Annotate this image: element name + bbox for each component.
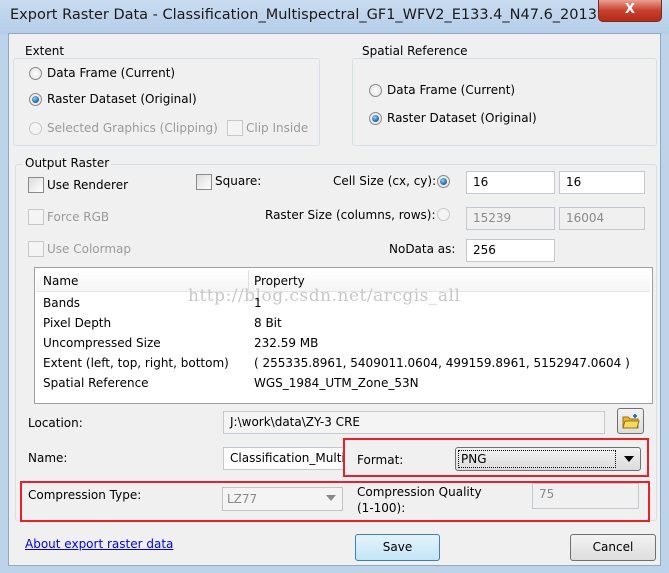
- cell-size-label: Cell Size (cx, cy):: [333, 174, 437, 188]
- name-label: Name:: [28, 451, 68, 465]
- compression-type-combobox[interactable]: LZ77: [222, 487, 343, 511]
- extent-raster-dataset-radio[interactable]: [29, 93, 42, 106]
- square-checkbox[interactable]: [196, 174, 212, 190]
- use-renderer-label: Use Renderer: [47, 178, 129, 192]
- save-button[interactable]: Save: [355, 534, 440, 561]
- cell-cx-input[interactable]: 16: [466, 171, 555, 194]
- clip-inside-label: Clip Inside: [246, 121, 309, 135]
- header-name[interactable]: Name: [43, 274, 78, 288]
- nodata-label: NoData as:: [389, 242, 456, 256]
- chevron-down-icon: [326, 495, 336, 501]
- row-name: Bands: [43, 296, 81, 310]
- window-title: Export Raster Data - Classification_Mult…: [10, 7, 630, 23]
- row-value: 232.59 MB: [254, 336, 319, 350]
- format-combobox[interactable]: PNG: [455, 447, 641, 471]
- rows-input[interactable]: 16004: [559, 207, 645, 230]
- row-name: Spatial Reference: [43, 376, 149, 390]
- format-label: Format:: [357, 453, 404, 467]
- output-raster-label: Output Raster: [23, 156, 112, 170]
- columns-input[interactable]: 15239: [466, 207, 555, 230]
- about-link[interactable]: About export raster data: [25, 537, 173, 551]
- sr-raster-dataset-label: Raster Dataset (Original): [387, 111, 537, 125]
- use-colormap-checkbox[interactable]: [28, 241, 44, 257]
- compression-quality-range: (1-100):: [357, 501, 406, 515]
- spatial-reference-group: [352, 58, 657, 146]
- name-input[interactable]: Classification_Multis: [223, 447, 345, 470]
- location-input[interactable]: J:\work\data\ZY-3 CRE: [223, 411, 605, 434]
- browse-folder-button[interactable]: [617, 408, 644, 434]
- use-colormap-label: Use Colormap: [47, 242, 132, 256]
- compression-quality-input[interactable]: 75: [532, 483, 639, 509]
- row-name: Extent (left, top, right, bottom): [43, 356, 229, 370]
- location-label: Location:: [28, 416, 83, 430]
- cancel-button[interactable]: Cancel: [570, 534, 656, 561]
- raster-size-label: Raster Size (columns, rows):: [265, 208, 436, 222]
- clip-inside-checkbox[interactable]: [227, 120, 243, 136]
- force-rgb-checkbox[interactable]: [28, 209, 44, 225]
- row-value: 8 Bit: [254, 316, 282, 330]
- extent-label: Extent: [23, 44, 67, 58]
- force-rgb-label: Force RGB: [47, 210, 110, 224]
- open-folder-icon: [621, 414, 640, 429]
- use-renderer-checkbox[interactable]: [28, 177, 44, 193]
- extent-data-frame-radio[interactable]: [29, 67, 42, 80]
- sr-raster-dataset-radio[interactable]: [369, 112, 382, 125]
- nodata-input[interactable]: 256: [466, 239, 555, 262]
- row-value: WGS_1984_UTM_Zone_53N: [254, 376, 419, 390]
- row-value: ( 255335.8961, 5409011.0604, 499159.8961…: [254, 356, 630, 370]
- sr-data-frame-radio[interactable]: [369, 84, 382, 97]
- extent-data-frame-label: Data Frame (Current): [47, 66, 176, 80]
- raster-size-radio[interactable]: [437, 208, 450, 221]
- extent-selected-graphics-label: Selected Graphics (Clipping): [47, 121, 218, 135]
- extent-selected-graphics-radio[interactable]: [29, 122, 42, 135]
- row-name: Pixel Depth: [43, 316, 112, 330]
- extent-raster-dataset-label: Raster Dataset (Original): [47, 92, 197, 106]
- cell-cy-input[interactable]: 16: [559, 171, 645, 194]
- sr-data-frame-label: Data Frame (Current): [387, 83, 516, 97]
- spatial-reference-label: Spatial Reference: [360, 44, 470, 58]
- square-label: Square:: [215, 174, 262, 188]
- format-value: PNG: [458, 450, 616, 468]
- row-name: Uncompressed Size: [43, 336, 161, 350]
- chevron-down-icon: [624, 456, 634, 462]
- row-value: 1: [254, 296, 262, 310]
- watermark-text: http://blog.csdn.net/arcgis_all: [188, 286, 461, 306]
- compression-type-label: Compression Type:: [28, 488, 142, 502]
- cell-size-radio[interactable]: [437, 175, 450, 188]
- compression-quality-label: Compression Quality: [357, 485, 482, 499]
- close-button[interactable]: X: [598, 0, 662, 22]
